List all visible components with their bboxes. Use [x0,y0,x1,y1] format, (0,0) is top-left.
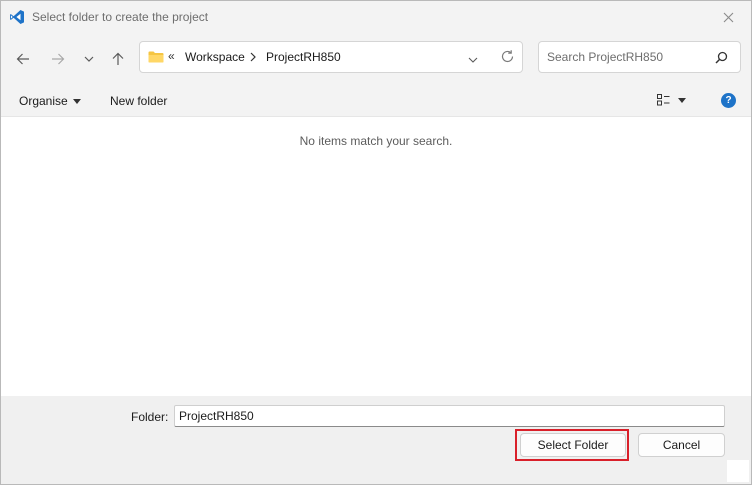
organise-menu-button[interactable]: Organise [19,94,81,108]
address-history-dropdown[interactable] [468,52,478,66]
address-bar[interactable]: « Workspace ProjectRH850 [139,41,523,73]
chevron-down-icon [84,56,94,62]
back-button[interactable] [12,48,34,70]
title-bar: Select folder to create the project [1,1,751,33]
breadcrumb-current-folder[interactable]: ProjectRH850 [266,50,341,64]
select-folder-button[interactable]: Select Folder [520,433,626,457]
up-button[interactable] [107,48,129,70]
empty-state-message: No items match your search. [299,134,453,148]
folder-label: Folder: [131,410,169,424]
recent-locations-button[interactable] [78,48,100,70]
refresh-icon [501,50,514,63]
chevron-down-icon [468,57,478,63]
close-icon [723,12,733,22]
close-button[interactable] [705,1,751,33]
search-icon[interactable] [715,51,728,67]
help-button[interactable]: ? [721,93,736,108]
folder-name-input[interactable] [174,405,725,427]
file-list-area[interactable]: No items match your search. [1,117,751,396]
arrow-left-icon [16,53,29,65]
caret-down-icon [72,98,81,104]
view-options-icon [657,94,670,106]
cancel-button[interactable]: Cancel [638,433,725,457]
arrow-right-icon [52,53,65,65]
chevron-right-icon[interactable] [250,51,256,65]
forward-button[interactable] [47,48,69,70]
folder-icon [148,51,164,66]
refresh-button[interactable] [500,49,515,67]
new-folder-button[interactable]: New folder [110,94,167,108]
command-bar: Organise New folder ? [1,83,751,117]
view-options-button[interactable] [657,94,686,106]
search-box[interactable]: Search ProjectRH850 [538,41,741,73]
breadcrumb-workspace[interactable]: Workspace [185,50,245,64]
resize-grip[interactable] [727,460,749,482]
vscode-icon [9,9,25,25]
dialog-title: Select folder to create the project [32,10,209,24]
navigation-bar: « Workspace ProjectRH850 Search ProjectR… [1,33,751,83]
organise-label: Organise [19,94,68,108]
folder-picker-dialog: Select folder to create the project « Wo… [0,0,752,485]
search-input[interactable]: Search ProjectRH850 [547,50,663,64]
dialog-footer: Folder: Select Folder Cancel [1,396,751,484]
caret-down-icon [678,97,686,103]
arrow-up-icon [112,52,124,65]
address-overflow[interactable]: « [168,49,175,63]
